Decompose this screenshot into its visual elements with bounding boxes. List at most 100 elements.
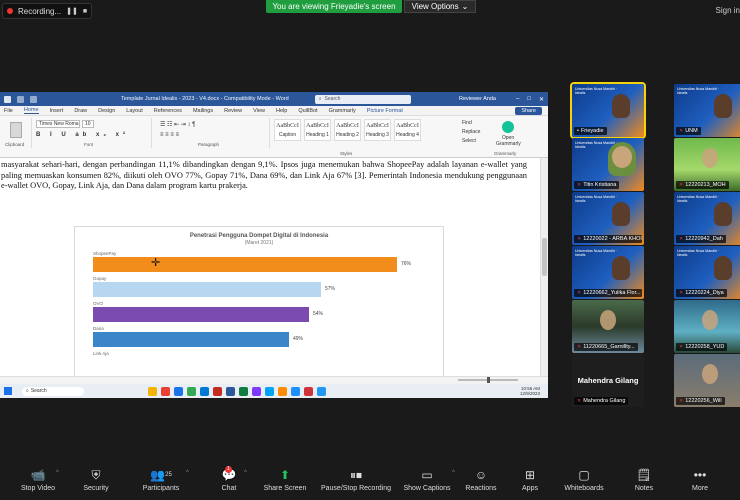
- notes-icon: 🗒: [636, 468, 652, 482]
- chart-category-label: OVO: [93, 301, 104, 306]
- muted-mic-icon: ✕: [679, 128, 684, 134]
- view-options-label: View Options: [411, 2, 459, 11]
- chart-bar: [93, 257, 397, 272]
- muted-mic-icon: ✕: [577, 236, 582, 242]
- pause-recording-icon[interactable]: ❚❚: [66, 7, 78, 15]
- participant-name-tag: ✕ 12220022 - ARBA KHOI...: [574, 235, 642, 243]
- participant-face: [612, 146, 632, 168]
- participants-label: Participants: [142, 485, 180, 492]
- stop-video-button[interactable]: 📹 Stop Video ^: [14, 468, 62, 492]
- menu-insert: Insert: [49, 107, 64, 114]
- stop-recording-icon[interactable]: ■: [83, 8, 87, 15]
- participant-tile[interactable]: Universitas Nusa Mandiri · Idealis ✕ 12220…: [674, 192, 740, 245]
- grammarly-icon: [502, 121, 514, 133]
- smiley-icon: ☺: [474, 468, 488, 482]
- apps-button[interactable]: ⊞ Apps: [518, 468, 542, 492]
- participant-tile[interactable]: ✕ 11220665_Garnillty...: [572, 300, 644, 353]
- window-controls: – □ ✕: [516, 96, 544, 103]
- muted-mic-icon: ✕: [679, 290, 684, 296]
- participant-name-tag: ✕ 12220258_YUD: [676, 343, 728, 351]
- chevron-up-icon[interactable]: ^: [56, 470, 59, 476]
- chevron-up-icon[interactable]: ^: [452, 470, 455, 476]
- participant-tile[interactable]: Universitas Nusa Mandiri · Idealis ✕ Titin…: [572, 138, 644, 191]
- view-options-button[interactable]: View Options ⌄: [404, 0, 476, 13]
- search-icon: ⌕: [318, 96, 322, 102]
- style-sample: AaBbCcI: [336, 122, 359, 129]
- recording-indicator[interactable]: Recording... ❚❚ ■: [2, 3, 93, 19]
- open-grammarly-label: Open Grammarly: [496, 135, 521, 147]
- participants-button[interactable]: 👥25 Participants ^: [136, 468, 189, 492]
- participant-video: [714, 94, 732, 118]
- chart-figure: Penetrasi Pengguna Dompet Digital di Ind…: [74, 226, 444, 390]
- chart-subtitle: (Maret 2021): [244, 240, 274, 246]
- participant-name: Frieyadie: [580, 128, 604, 134]
- participant-face: [702, 364, 718, 384]
- chart-title: Penetrasi Pengguna Dompet Digital di Ind…: [189, 233, 329, 239]
- participant-tile[interactable]: ✕ 12220213_MOH: [674, 138, 740, 191]
- participant-tile[interactable]: Universitas Nusa Mandiri · Idealis ✕ 12220…: [572, 192, 644, 245]
- open-grammarly-button: Open Grammarly: [496, 121, 521, 147]
- chevron-up-icon[interactable]: ^: [186, 470, 189, 476]
- chart-value-label: 57%: [325, 286, 336, 292]
- taskbar-app-icon: [148, 386, 157, 396]
- style-name: Heading 4: [396, 131, 419, 138]
- video-camera-icon: 📹: [30, 468, 46, 482]
- style-heading-1: AaBbCcI Heading 1: [304, 119, 331, 141]
- taskbar-search-label: Search: [30, 388, 47, 394]
- participant-tile[interactable]: ✕ 12220256_Will: [674, 354, 740, 407]
- style-heading-3: AaBbCcI Heading 3: [364, 119, 391, 141]
- menu-design: Design: [98, 107, 116, 114]
- top-bar: Recording... ❚❚ ■ You are viewing Frieya…: [0, 0, 740, 22]
- notes-button[interactable]: 🗒 Notes: [632, 468, 656, 492]
- muted-mic-icon: ✕: [679, 182, 684, 188]
- chat-label: Chat: [221, 485, 237, 492]
- reactions-label: Reactions: [465, 485, 497, 492]
- chat-badge: 1: [225, 466, 232, 473]
- word-search-box: ⌕ Search: [314, 94, 411, 104]
- participant-tile[interactable]: Universitas Nusa Mandiri · Idealis ✕ 12220…: [572, 246, 644, 299]
- menu-help: Help: [276, 107, 288, 114]
- participant-tile[interactable]: Universitas Nusa Mandiri · Idealis ✕ UNM: [674, 84, 740, 137]
- taskbar-app-icon: [304, 386, 313, 396]
- sign-in-link[interactable]: Sign in: [716, 6, 740, 15]
- security-button[interactable]: ⛨ Security: [76, 468, 116, 492]
- participant-name: 12220022 - ARBA KHOI...: [583, 236, 642, 242]
- participant-tile[interactable]: Universitas Nusa Mandiri · Idealis • Friey…: [570, 82, 646, 139]
- participant-tile[interactable]: Universitas Nusa Mandiri · Idealis ✕ 12220…: [674, 246, 740, 299]
- participant-name: 12220256_Will: [685, 398, 722, 404]
- font-group-label: Font: [84, 142, 94, 147]
- windows-start-icon: [4, 387, 12, 395]
- menu-file: File: [4, 107, 13, 114]
- participant-name: 12220224_Diya: [685, 290, 724, 296]
- chat-button[interactable]: 💬 1 Chat ^: [214, 466, 247, 492]
- paragraph-group: ☰ ☷ ⇤ ⇥ ↕ ¶ ≡ ≡ ≡ ≡ Paragraph: [154, 118, 270, 148]
- participant-name: Mahendra Gilang: [583, 398, 626, 404]
- viewing-banner: You are viewing Frieyadie's screen: [266, 0, 402, 13]
- apps-label: Apps: [522, 485, 538, 492]
- whiteboards-button[interactable]: ▢ Whiteboards: [562, 468, 606, 492]
- taskbar-app-icon: [161, 386, 170, 396]
- mic-icon: •: [577, 128, 579, 134]
- security-label: Security: [83, 485, 109, 492]
- share-screen-button[interactable]: ⬆ Share Screen: [262, 468, 308, 492]
- reactions-button[interactable]: ☺ Reactions: [462, 468, 500, 492]
- participant-name-tag: ✕ 12220224_Diya: [676, 289, 727, 297]
- style-caption: AaBbCcI Caption: [274, 119, 301, 141]
- participant-name: 12220942_Dah: [685, 236, 723, 242]
- taskbar-app-icon: [239, 386, 248, 396]
- style-name: Heading 1: [306, 131, 329, 138]
- participant-name: UNM: [685, 128, 698, 134]
- more-button[interactable]: ••• More: [688, 468, 712, 492]
- clipboard-group: Clipboard: [2, 118, 32, 148]
- record-label: Pause/Stop Recording: [320, 485, 392, 492]
- record-button[interactable]: ⏸⏹ Pause/Stop Recording: [318, 468, 394, 492]
- chevron-up-icon[interactable]: ^: [244, 470, 247, 476]
- participant-tile[interactable]: ✕ 12220258_YUD: [674, 300, 740, 353]
- participant-tile[interactable]: Mahendra Gilang ✕ Mahendra Gilang: [572, 354, 644, 407]
- menu-review: Review: [224, 107, 243, 114]
- pause-stop-icon: ⏸⏹: [349, 468, 362, 482]
- close-icon: ✕: [538, 96, 544, 103]
- captions-button[interactable]: ▭ Show Captions ^: [400, 468, 454, 492]
- paragraph-group-label: Paragraph: [198, 142, 220, 147]
- replace-item: Replace: [462, 129, 481, 135]
